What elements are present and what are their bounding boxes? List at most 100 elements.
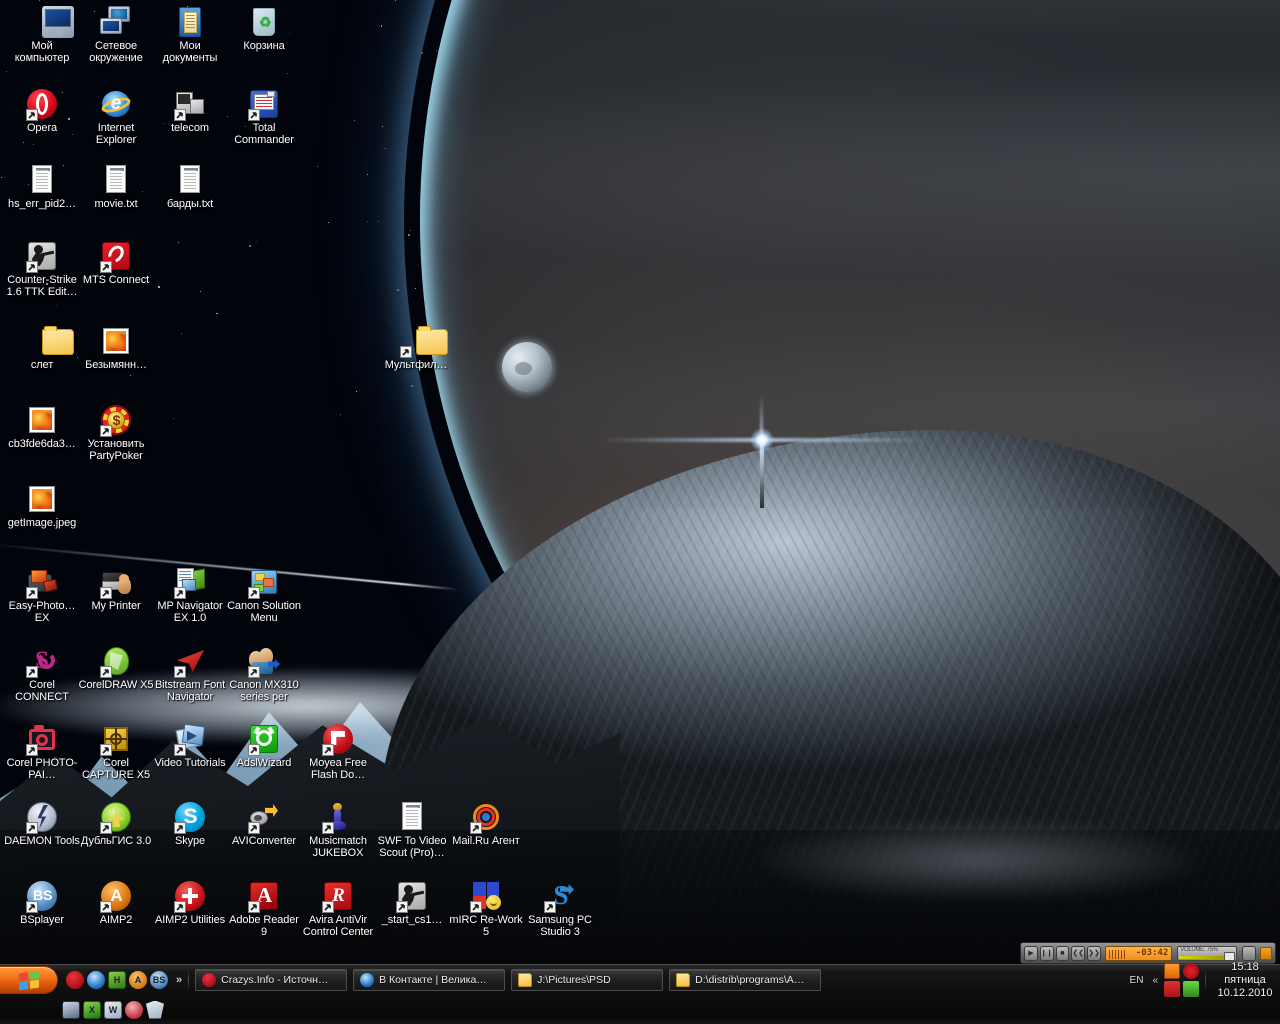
desktop-icon[interactable]: Мои документы xyxy=(152,6,228,64)
media-tray-icon[interactable] xyxy=(1164,963,1180,979)
opera-icon[interactable] xyxy=(66,971,84,989)
excel-icon[interactable]: X xyxy=(83,1001,101,1019)
samsung-pc-icon: S xyxy=(544,880,576,912)
desktop-icon[interactable]: BS BSplayer xyxy=(4,880,80,927)
image-file-icon xyxy=(26,404,58,436)
taskbar-task-button[interactable]: Crazys.Info - Источн… xyxy=(195,969,347,991)
taskbar-task-button[interactable]: D:\distrib\programs\A… xyxy=(669,969,821,991)
desktop-icon[interactable]: Video Tutorials xyxy=(152,723,228,770)
avira-tray-icon[interactable] xyxy=(1164,981,1180,997)
desktop-icon-label: My Printer xyxy=(78,601,154,613)
my-documents-icon xyxy=(174,6,206,38)
opera-tray-icon[interactable] xyxy=(1183,963,1199,979)
desktop-icon[interactable]: AIMP2 Utilities xyxy=(152,880,228,927)
desktop-icon-label: Opera xyxy=(4,123,80,135)
desktop-icon[interactable]: AVIConverter xyxy=(226,801,302,848)
system-tray: EN « 15:18 пятница 10.12.2010 xyxy=(1127,965,1280,995)
desktop-icon[interactable]: My Printer xyxy=(78,566,154,613)
desktop-icon[interactable]: Easy-Photo… EX xyxy=(4,566,80,624)
taskbar-task-button[interactable]: J:\Pictures\PSD xyxy=(511,969,663,991)
hamachi-icon[interactable]: H xyxy=(108,971,126,989)
desktop-icon[interactable]: Total Commander xyxy=(226,88,302,146)
desktop-icon[interactable]: Canon MX310 series per xyxy=(226,645,302,703)
desktop-icon[interactable]: hs_err_pid2… xyxy=(4,164,80,211)
desktop-icon[interactable]: Безымянн… xyxy=(78,325,154,372)
desktop-icon[interactable]: cb3fde6da3… xyxy=(4,404,80,451)
tray-expand-icon[interactable]: « xyxy=(1150,975,1160,986)
desktop-icon[interactable]: MTS Connect xyxy=(78,240,154,287)
desktop-icon[interactable]: mIRC Re-Work 5 xyxy=(448,880,524,938)
taskbar-task-button[interactable]: В Контакте | Велика… xyxy=(353,969,505,991)
aviconverter-icon xyxy=(248,801,280,833)
corel-capture-icon xyxy=(100,723,132,755)
desktop-icon[interactable]: S Corel CONNECT xyxy=(4,645,80,703)
adobe-reader-icon: A xyxy=(248,880,280,912)
desktop-icon[interactable]: Mail.Ru Агент xyxy=(448,801,524,848)
desktop-icon[interactable]: Мультфил… xyxy=(378,325,454,372)
desktop-icon[interactable]: A Adobe Reader 9 xyxy=(226,880,302,938)
desktop-icon[interactable]: Corel PHOTO-PAI… xyxy=(4,723,80,781)
language-indicator[interactable]: EN xyxy=(1127,975,1147,986)
desktop-icon-label: Мой компьютер xyxy=(4,41,80,64)
internet-explorer-icon[interactable] xyxy=(87,971,105,989)
desktop-icon[interactable]: S Samsung PC Studio 3 xyxy=(522,880,598,938)
bsplayer-icon[interactable]: BS xyxy=(150,971,168,989)
desktop-icon[interactable]: Мой компьютер xyxy=(4,6,80,64)
shield-icon[interactable] xyxy=(146,1001,164,1019)
quick-launch-overflow-icon[interactable]: » xyxy=(172,974,186,986)
desktop-icon[interactable]: telecom xyxy=(152,88,228,135)
start-button[interactable] xyxy=(0,966,58,994)
moyea-icon xyxy=(322,723,354,755)
desktop-icon[interactable]: eInternet Explorer xyxy=(78,88,154,146)
desktop-icon[interactable]: ДубльГИС 3.0 xyxy=(78,801,154,848)
desktop-icon[interactable]: getImage.jpeg xyxy=(4,483,80,530)
desktop-icon[interactable]: Сетевое окружение xyxy=(78,6,154,64)
cd-icon[interactable] xyxy=(125,1001,143,1019)
player-close-button[interactable] xyxy=(1260,947,1272,960)
word-icon[interactable]: W xyxy=(104,1001,122,1019)
desktop-icon[interactable]: movie.txt xyxy=(78,164,154,211)
desktop-icon[interactable]: SWF To Video Scout (Pro)… xyxy=(374,801,450,859)
clock-weekday: пятница xyxy=(1216,974,1274,987)
eject-button[interactable] xyxy=(1242,946,1256,961)
volume-slider[interactable]: VOLUME: 75% xyxy=(1177,946,1237,961)
volume-thumb[interactable] xyxy=(1224,952,1235,961)
network-tray-icon[interactable] xyxy=(1183,981,1199,997)
desktop-icon[interactable]: CorelDRAW X5 xyxy=(78,645,154,692)
desktop-icon[interactable]: барды.txt xyxy=(152,164,228,211)
corel-photopaint-icon xyxy=(26,723,58,755)
desktop-icon[interactable]: $ Установить PartyPoker xyxy=(78,404,154,462)
desktop-icon[interactable]: S Skype xyxy=(152,801,228,848)
desktop-icon[interactable]: Musicmatch JUKEBOX xyxy=(300,801,376,859)
desktop-icon[interactable]: AdslWizard xyxy=(226,723,302,770)
previous-button[interactable]: ❮❮ xyxy=(1071,946,1085,961)
taskbar-clock[interactable]: 15:18 пятница 10.12.2010 xyxy=(1210,961,1274,1000)
desktop-icon[interactable]: Bitstream Font Navigator xyxy=(152,645,228,703)
desktop-icon-label: Avira AntiVir Control Center xyxy=(300,915,376,938)
desktop-icon[interactable]: Canon Solution Menu xyxy=(226,566,302,624)
desktop-icon[interactable]: Opera xyxy=(4,88,80,135)
play-button[interactable]: ▶ xyxy=(1024,946,1038,961)
next-button[interactable]: ❯❯ xyxy=(1087,946,1101,961)
desktop-icon[interactable]: R Avira AntiVir Control Center xyxy=(300,880,376,938)
task-button-label: В Контакте | Велика… xyxy=(379,974,487,986)
pause-button[interactable]: ❙❙ xyxy=(1040,946,1054,961)
desktop-icon[interactable]: слет xyxy=(4,325,80,372)
desktop-icon[interactable]: DAEMON Tools xyxy=(4,801,80,848)
stop-button[interactable]: ■ xyxy=(1056,946,1070,961)
desktop-icon-label: Canon MX310 series per xyxy=(226,680,302,703)
desktop-icon[interactable]: MP Navigator EX 1.0 xyxy=(152,566,228,624)
desktop-icon[interactable]: Moyea Free Flash Do… xyxy=(300,723,376,781)
save-icon[interactable] xyxy=(62,1001,80,1019)
player-time-text: -03:42 xyxy=(1136,948,1169,958)
desktop-icon[interactable]: A AIMP2 xyxy=(78,880,154,927)
desktop-icon-label: Easy-Photo… EX xyxy=(4,601,80,624)
desktop-icon[interactable]: _start_cs1… xyxy=(374,880,450,927)
desktop-icon[interactable]: Counter-Strike 1.6 TTK Edit… xyxy=(4,240,80,298)
dublgis-icon xyxy=(100,801,132,833)
desktop-icon-label: Безымянн… xyxy=(78,360,154,372)
desktop-icon-label: AIMP2 xyxy=(78,915,154,927)
aimp2-icon[interactable]: A xyxy=(129,971,147,989)
desktop-icon[interactable]: Corel CAPTURE X5 xyxy=(78,723,154,781)
desktop-icon[interactable]: ♻Корзина xyxy=(226,6,302,53)
